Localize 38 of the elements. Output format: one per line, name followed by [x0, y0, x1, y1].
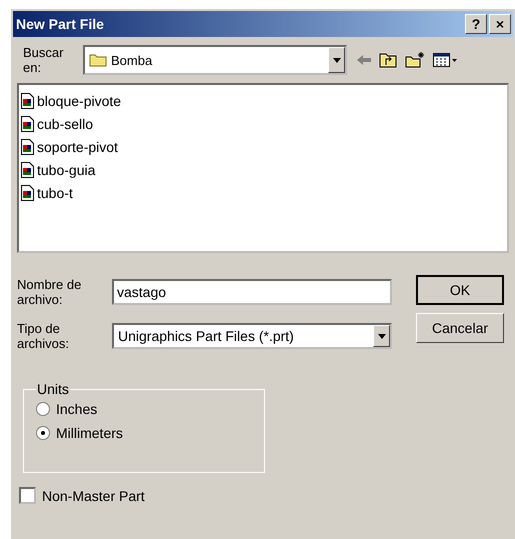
dropdown-button[interactable]: [373, 325, 390, 347]
part-file-icon: [21, 184, 34, 200]
radio-label: Inches: [56, 401, 98, 417]
window-title: New Part File: [16, 16, 104, 32]
file-name-label: Nombre de archivo:: [17, 277, 82, 307]
part-file-icon: [21, 138, 34, 154]
file-type-dropdown[interactable]: Unigraphics Part Files (*.prt): [112, 323, 392, 349]
look-in-label: Buscar en:: [22, 45, 64, 75]
file-item[interactable]: tubo-t: [37, 184, 73, 200]
file-type-label: Tipo de archivos:: [17, 321, 70, 351]
help-button[interactable]: ?: [465, 14, 487, 34]
file-item[interactable]: bloque-pivote: [37, 92, 122, 108]
close-button[interactable]: ×: [489, 14, 511, 34]
look-in-dropdown[interactable]: Bomba: [83, 45, 347, 75]
dropdown-button[interactable]: [328, 47, 345, 73]
cancel-button[interactable]: Cancelar: [416, 313, 504, 343]
part-file-icon: [21, 162, 34, 178]
part-file-icon: [21, 92, 34, 108]
file-item[interactable]: soporte-pivot: [37, 138, 118, 154]
file-item[interactable]: tubo-guia: [37, 162, 96, 178]
dropdown-arrow-icon: [378, 334, 386, 338]
checkbox[interactable]: [19, 487, 36, 504]
ok-button[interactable]: OK: [416, 275, 504, 305]
file-item[interactable]: cub-sello: [37, 116, 94, 132]
file-name-field[interactable]: vastago: [112, 279, 392, 305]
folder-name: Bomba: [111, 52, 152, 68]
radio-button[interactable]: [36, 402, 50, 416]
radio-label: Millimeters: [56, 425, 123, 441]
group-title: Units: [36, 381, 70, 397]
radio-button[interactable]: [36, 426, 50, 440]
checkbox-label: Non-Master Part: [42, 488, 145, 504]
folder-icon: [89, 53, 107, 67]
new-folder-icon[interactable]: [405, 52, 425, 68]
view-menu-icon[interactable]: [433, 53, 457, 67]
back-arrow-icon[interactable]: [357, 55, 371, 65]
up-folder-icon[interactable]: [379, 52, 397, 68]
part-file-icon: [21, 116, 34, 132]
dropdown-arrow-icon: [332, 58, 340, 62]
